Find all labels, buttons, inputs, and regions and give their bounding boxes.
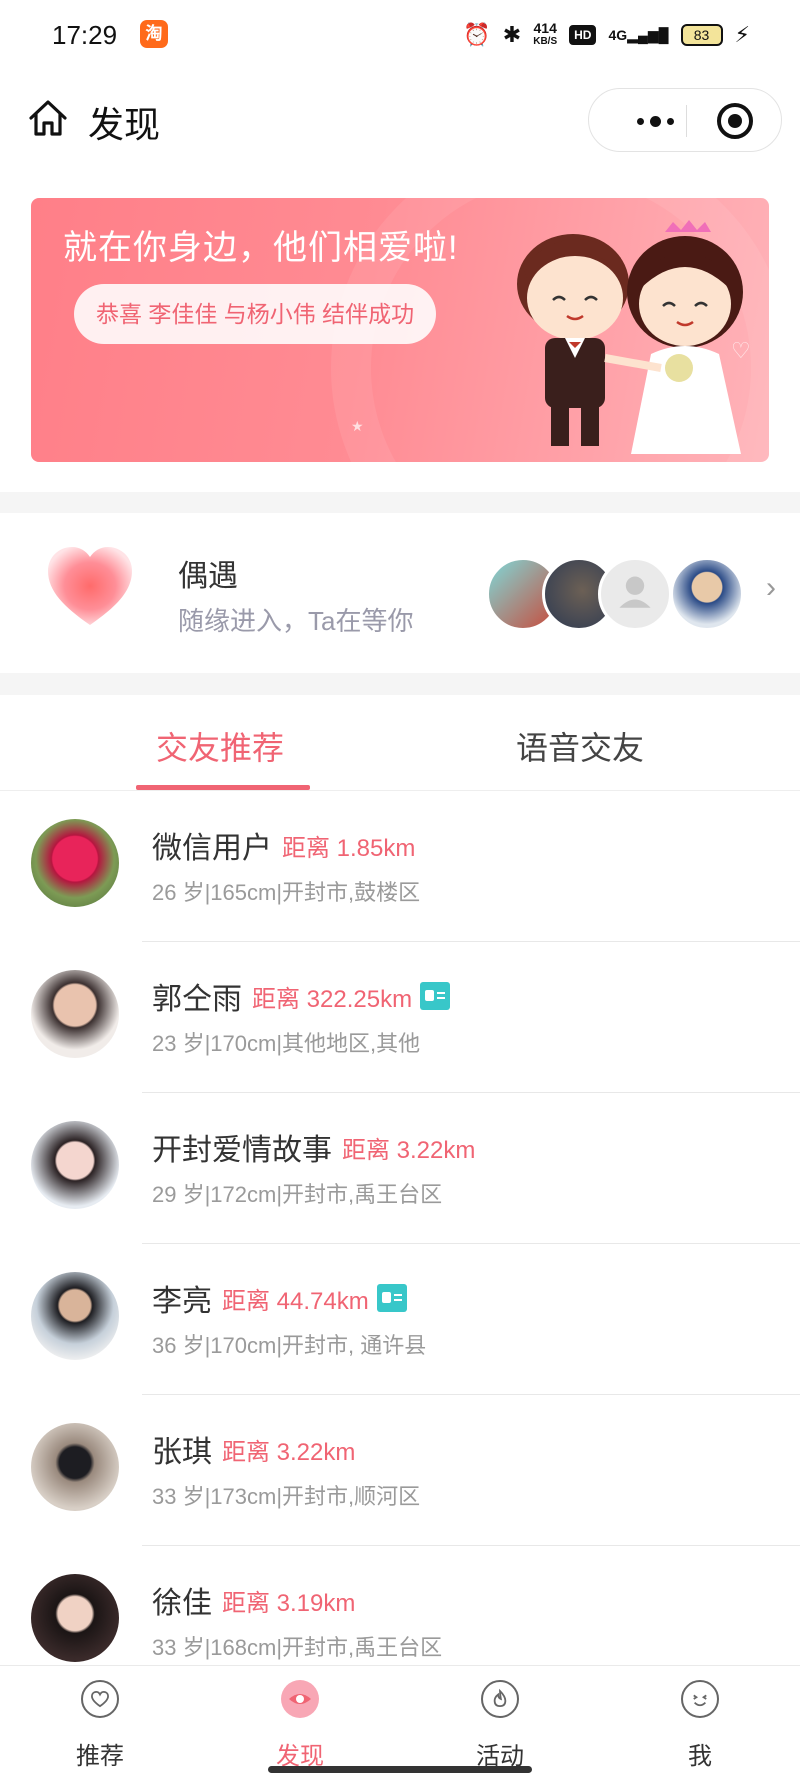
- bluetooth-icon: ✱: [502, 22, 522, 47]
- page-title: 发现: [88, 104, 161, 145]
- avatar: [670, 557, 744, 631]
- user-info: 33 岁|173cm|开封市,顺河区: [152, 1484, 421, 1509]
- flame-icon: [481, 1680, 519, 1718]
- encounter-section[interactable]: 偶遇 随缘进入，Ta在等你 ›: [0, 513, 800, 673]
- capsule-divider: [686, 105, 687, 137]
- tabbar-item-me[interactable]: 我: [600, 1666, 800, 1778]
- user-list: 微信用户 距离 1.85km 26 岁|165cm|开封市,鼓楼区 郭仝雨 距离…: [0, 791, 800, 1665]
- eye-icon: [281, 1680, 319, 1718]
- user-name: 徐佳: [152, 1587, 212, 1620]
- tabbar-item-activity[interactable]: 活动: [400, 1666, 600, 1778]
- user-name: 张琪: [152, 1436, 212, 1469]
- battery-icon: 83: [680, 24, 723, 46]
- tab-active-indicator: [136, 785, 310, 790]
- home-icon[interactable]: [26, 96, 70, 140]
- chevron-right-icon[interactable]: ›: [766, 571, 776, 605]
- bottom-tabbar: 推荐 发现 活动 我: [0, 1665, 800, 1778]
- smile-face-icon: [681, 1680, 719, 1718]
- tabbar-label: 我: [688, 1743, 712, 1770]
- tab-recommend[interactable]: 交友推荐: [156, 723, 284, 769]
- avatar: [31, 1272, 119, 1360]
- list-item[interactable]: 徐佳 距离 3.19km 33 岁|168cm|开封市,禹王台区: [0, 1546, 800, 1665]
- status-bar: 17:29 淘 ⏰ ✱ 414 KB/S HD 4G▂▄▆█ 83 ⚡: [0, 0, 800, 72]
- user-info: 29 岁|172cm|开封市,禹王台区: [152, 1182, 443, 1207]
- heart-icon: [48, 547, 132, 625]
- user-distance: 距离 44.74km: [222, 1287, 369, 1315]
- user-distance: 距离 3.22km: [342, 1136, 476, 1164]
- tabbar-item-recommend[interactable]: 推荐: [0, 1666, 200, 1778]
- user-distance: 距离 322.25km: [252, 985, 413, 1013]
- user-distance: 距离 3.22km: [222, 1438, 356, 1466]
- friend-tabs: 交友推荐 语音交友: [0, 695, 800, 791]
- home-indicator: [268, 1766, 532, 1773]
- user-name: 微信用户: [152, 832, 272, 865]
- hd-icon: HD: [569, 25, 597, 45]
- avatar: [31, 1121, 119, 1209]
- wedding-couple-illustration: [517, 220, 743, 454]
- avatar: [31, 819, 119, 907]
- encounter-subtitle: 随缘进入，Ta在等你: [178, 606, 414, 636]
- more-dots-icon[interactable]: [617, 105, 693, 137]
- list-item[interactable]: 开封爱情故事 距离 3.22km 29 岁|172cm|开封市,禹王台区: [0, 1093, 800, 1244]
- star-deco-icon: ★: [351, 418, 364, 434]
- taobao-app-icon: 淘: [140, 20, 168, 48]
- user-info: 23 岁|170cm|其他地区,其他: [152, 1031, 421, 1056]
- navbar: 发现: [0, 72, 800, 172]
- alarm-icon: ⏰: [463, 22, 491, 47]
- tabbar-item-discover[interactable]: 发现: [200, 1666, 400, 1778]
- user-name: 李亮: [152, 1285, 212, 1318]
- signal-icon: 4G▂▄▆█: [608, 26, 669, 43]
- tabbar-label: 推荐: [76, 1743, 124, 1770]
- user-info: 26 岁|165cm|开封市,鼓楼区: [152, 880, 421, 905]
- target-circle-icon[interactable]: [717, 103, 753, 139]
- congrats-pill: 恭喜 李佳佳 与杨小伟 结伴成功: [74, 284, 437, 344]
- banner-title: 就在你身边，他们相爱啦!: [63, 229, 459, 267]
- list-item[interactable]: 李亮 距离 44.74km 36 岁|170cm|开封市, 通许县: [0, 1244, 800, 1395]
- charging-icon: ⚡: [734, 22, 750, 47]
- id-verified-icon: [420, 982, 451, 1010]
- banner-section: 就在你身边，他们相爱啦! 恭喜 李佳佳 与杨小伟 结伴成功 ♡ ♥ ★: [0, 172, 800, 492]
- avatar-placeholder: [598, 557, 672, 631]
- tab-voice[interactable]: 语音交友: [516, 723, 644, 769]
- heart-outline-icon: [81, 1680, 119, 1718]
- user-info: 33 岁|168cm|开封市,禹王台区: [152, 1635, 443, 1660]
- success-banner[interactable]: 就在你身边，他们相爱啦! 恭喜 李佳佳 与杨小伟 结伴成功 ♡ ♥ ★: [31, 198, 769, 462]
- user-distance: 距离 3.19km: [222, 1589, 356, 1617]
- user-name: 郭仝雨: [152, 983, 242, 1016]
- encounter-title: 偶遇: [178, 560, 238, 593]
- mini-program-capsule: [588, 88, 782, 152]
- list-item[interactable]: 张琪 距离 3.22km 33 岁|173cm|开封市,顺河区: [0, 1395, 800, 1546]
- list-item[interactable]: 微信用户 距离 1.85km 26 岁|165cm|开封市,鼓楼区: [0, 791, 800, 942]
- id-verified-icon: [376, 1284, 407, 1312]
- user-info: 36 岁|170cm|开封市, 通许县: [152, 1333, 427, 1358]
- avatar: [31, 1423, 119, 1511]
- user-distance: 距离 1.85km: [282, 834, 416, 862]
- net-speed: 414 KB/S: [533, 20, 558, 47]
- user-name: 开封爱情故事: [152, 1134, 332, 1167]
- status-time: 17:29: [52, 20, 118, 50]
- avatar: [31, 1574, 119, 1662]
- status-icons: ⏰ ✱ 414 KB/S HD 4G▂▄▆█ 83 ⚡: [463, 18, 750, 52]
- list-item[interactable]: 郭仝雨 距离 322.25km 23 岁|170cm|其他地区,其他: [0, 942, 800, 1093]
- avatar: [31, 970, 119, 1058]
